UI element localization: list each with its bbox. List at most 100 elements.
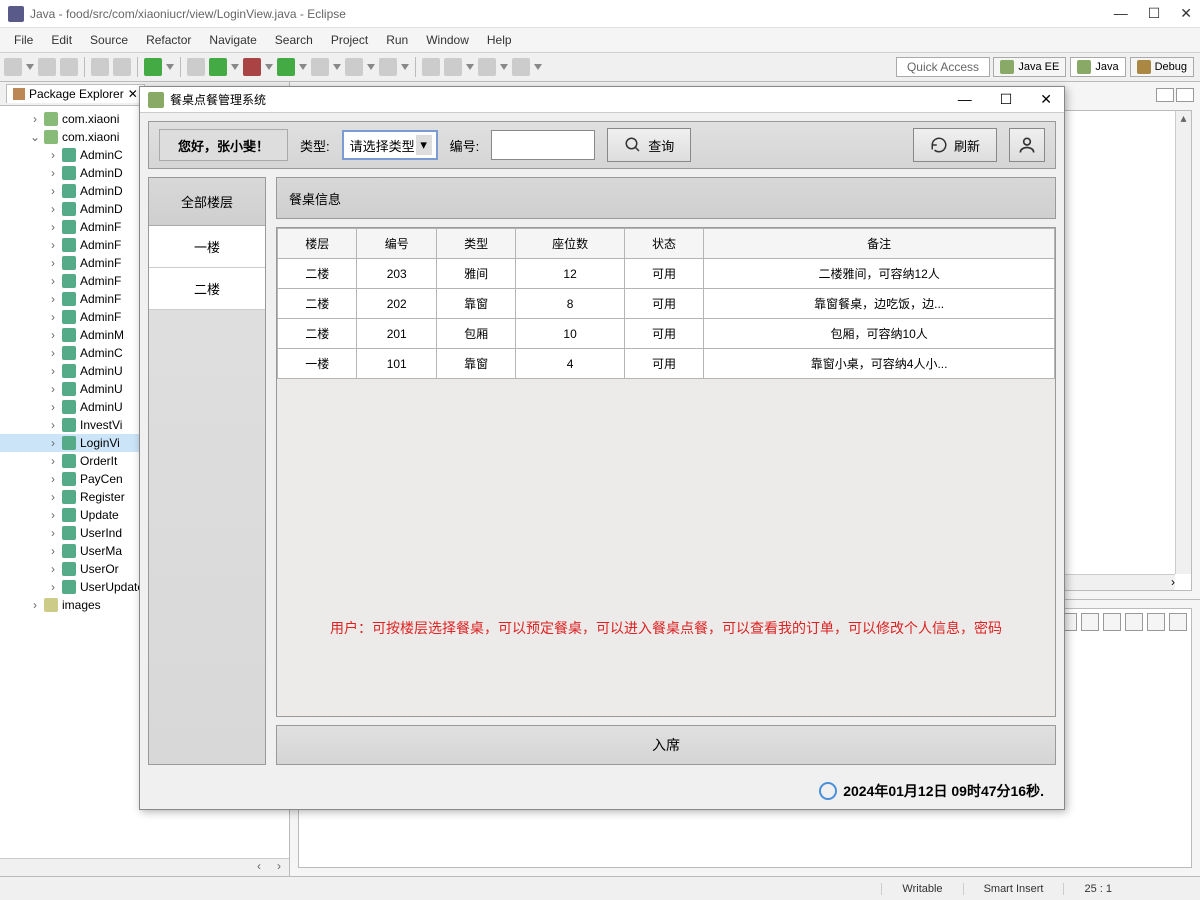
horizontal-scrollbar[interactable]: ‹› — [0, 858, 289, 876]
dropdown-icon[interactable] — [466, 64, 474, 70]
toolbar-icon[interactable] — [345, 58, 363, 76]
dropdown-icon[interactable] — [401, 64, 409, 70]
dropdown-icon[interactable] — [265, 64, 273, 70]
menu-help[interactable]: Help — [479, 31, 520, 49]
close-button[interactable]: ✕ — [1180, 5, 1192, 22]
dropdown-icon[interactable] — [534, 64, 542, 70]
tree-label: AdminF — [80, 238, 121, 252]
button-label: 刷新 — [954, 136, 980, 155]
perspective-label: Debug — [1155, 61, 1187, 73]
java-file-icon — [62, 508, 76, 522]
panel-maximize-icon[interactable] — [1169, 613, 1187, 631]
perspective-java[interactable]: Java — [1070, 57, 1125, 77]
user-button[interactable] — [1009, 128, 1045, 162]
dropdown-icon[interactable] — [500, 64, 508, 70]
menu-project[interactable]: Project — [323, 31, 376, 49]
floor-item[interactable]: 一楼 — [149, 226, 265, 268]
floor-item[interactable]: 二楼 — [149, 268, 265, 310]
refresh-button[interactable]: 刷新 — [913, 128, 997, 162]
table-cell: 靠窗餐桌，边吃饭，边... — [704, 289, 1055, 319]
toolbar-new-icon[interactable] — [4, 58, 22, 76]
menu-file[interactable]: File — [6, 31, 41, 49]
eclipse-icon — [8, 6, 24, 22]
table-row[interactable]: 二楼203雅间12可用二楼雅间，可容纳12人 — [278, 259, 1055, 289]
table-cell: 靠窗小桌，可容纳4人小... — [704, 349, 1055, 379]
column-header[interactable]: 状态 — [624, 229, 703, 259]
seat-button[interactable]: 入席 — [276, 725, 1056, 765]
table-row[interactable]: 一楼101靠窗4可用靠窗小桌，可容纳4人小... — [278, 349, 1055, 379]
dialog-maximize-button[interactable]: ☐ — [996, 91, 1017, 108]
quick-access[interactable]: Quick Access — [896, 57, 990, 77]
minimize-button[interactable]: — — [1114, 5, 1128, 22]
editor-maximize-icon[interactable] — [1176, 88, 1194, 102]
toolbar-icon[interactable] — [444, 58, 462, 76]
perspective-debug[interactable]: Debug — [1130, 57, 1194, 77]
toolbar-icon[interactable] — [478, 58, 496, 76]
column-header[interactable]: 备注 — [704, 229, 1055, 259]
column-header[interactable]: 类型 — [436, 229, 515, 259]
java-file-icon — [62, 238, 76, 252]
panel-icon[interactable] — [1103, 613, 1121, 631]
panel-icon[interactable] — [1125, 613, 1143, 631]
dropdown-icon[interactable] — [333, 64, 341, 70]
package-explorer-tab[interactable]: Package Explorer ✕ — [6, 84, 145, 103]
close-tab-icon[interactable]: ✕ — [128, 87, 138, 101]
table-cell: 201 — [357, 319, 436, 349]
toolbar-icon[interactable] — [311, 58, 329, 76]
tree-label: AdminC — [80, 346, 123, 360]
number-input[interactable] — [491, 130, 595, 160]
refresh-icon — [930, 136, 948, 154]
table-cell: 12 — [516, 259, 624, 289]
toolbar-run-icon[interactable] — [144, 58, 162, 76]
toolbar-saveall-icon[interactable] — [60, 58, 78, 76]
column-header[interactable]: 编号 — [357, 229, 436, 259]
toolbar-icon[interactable] — [512, 58, 530, 76]
java-file-icon — [62, 202, 76, 216]
perspective-javaee[interactable]: Java EE — [993, 57, 1066, 77]
menu-navigate[interactable]: Navigate — [201, 31, 264, 49]
dropdown-icon[interactable] — [367, 64, 375, 70]
table-cell: 10 — [516, 319, 624, 349]
dropdown-icon[interactable] — [26, 64, 34, 70]
panel-icon[interactable] — [1081, 613, 1099, 631]
column-header[interactable]: 楼层 — [278, 229, 357, 259]
toolbar-icon[interactable] — [113, 58, 131, 76]
dropdown-icon[interactable] — [299, 64, 307, 70]
search-button[interactable]: 查询 — [607, 128, 691, 162]
maximize-button[interactable]: ☐ — [1148, 5, 1161, 22]
dropdown-icon[interactable] — [231, 64, 239, 70]
dialog-minimize-button[interactable]: — — [954, 91, 976, 108]
toolbar-save-icon[interactable] — [38, 58, 56, 76]
toolbar-icon[interactable] — [422, 58, 440, 76]
dialog-toolbar: 您好，张小斐！ 类型: 请选择类型 ▾ 编号: 查询 刷新 — [148, 121, 1056, 169]
menu-edit[interactable]: Edit — [43, 31, 80, 49]
table-cell: 二楼 — [278, 319, 357, 349]
toolbar-run-icon[interactable] — [277, 58, 295, 76]
panel-minimize-icon[interactable] — [1147, 613, 1165, 631]
menu-run[interactable]: Run — [378, 31, 416, 49]
javaee-icon — [1000, 60, 1014, 74]
table-row[interactable]: 二楼202靠窗8可用靠窗餐桌，边吃饭，边... — [278, 289, 1055, 319]
tree-label: images — [62, 598, 101, 612]
table-row[interactable]: 二楼201包厢10可用包厢，可容纳10人 — [278, 319, 1055, 349]
toolbar-icon[interactable] — [379, 58, 397, 76]
toolbar-icon[interactable] — [187, 58, 205, 76]
vertical-scrollbar[interactable]: ▴ — [1175, 111, 1191, 574]
menu-source[interactable]: Source — [82, 31, 136, 49]
status-position: 25 : 1 — [1063, 883, 1132, 895]
hint-text: 用户：可按楼层选择餐桌，可以预定餐桌，可以进入餐桌点餐，可以查看我的订单，可以修… — [277, 618, 1055, 638]
dialog-close-button[interactable]: ✕ — [1036, 91, 1056, 108]
java-file-icon — [62, 382, 76, 396]
editor-minimize-icon[interactable] — [1156, 88, 1174, 102]
menu-search[interactable]: Search — [267, 31, 321, 49]
menu-refactor[interactable]: Refactor — [138, 31, 199, 49]
dropdown-icon[interactable] — [166, 64, 174, 70]
greeting-label: 您好，张小斐！ — [159, 129, 288, 161]
search-icon — [624, 136, 642, 154]
menu-window[interactable]: Window — [418, 31, 477, 49]
column-header[interactable]: 座位数 — [516, 229, 624, 259]
type-combobox[interactable]: 请选择类型 ▾ — [342, 130, 438, 160]
toolbar-run-icon[interactable] — [209, 58, 227, 76]
toolbar-debug-icon[interactable] — [243, 58, 261, 76]
toolbar-icon[interactable] — [91, 58, 109, 76]
